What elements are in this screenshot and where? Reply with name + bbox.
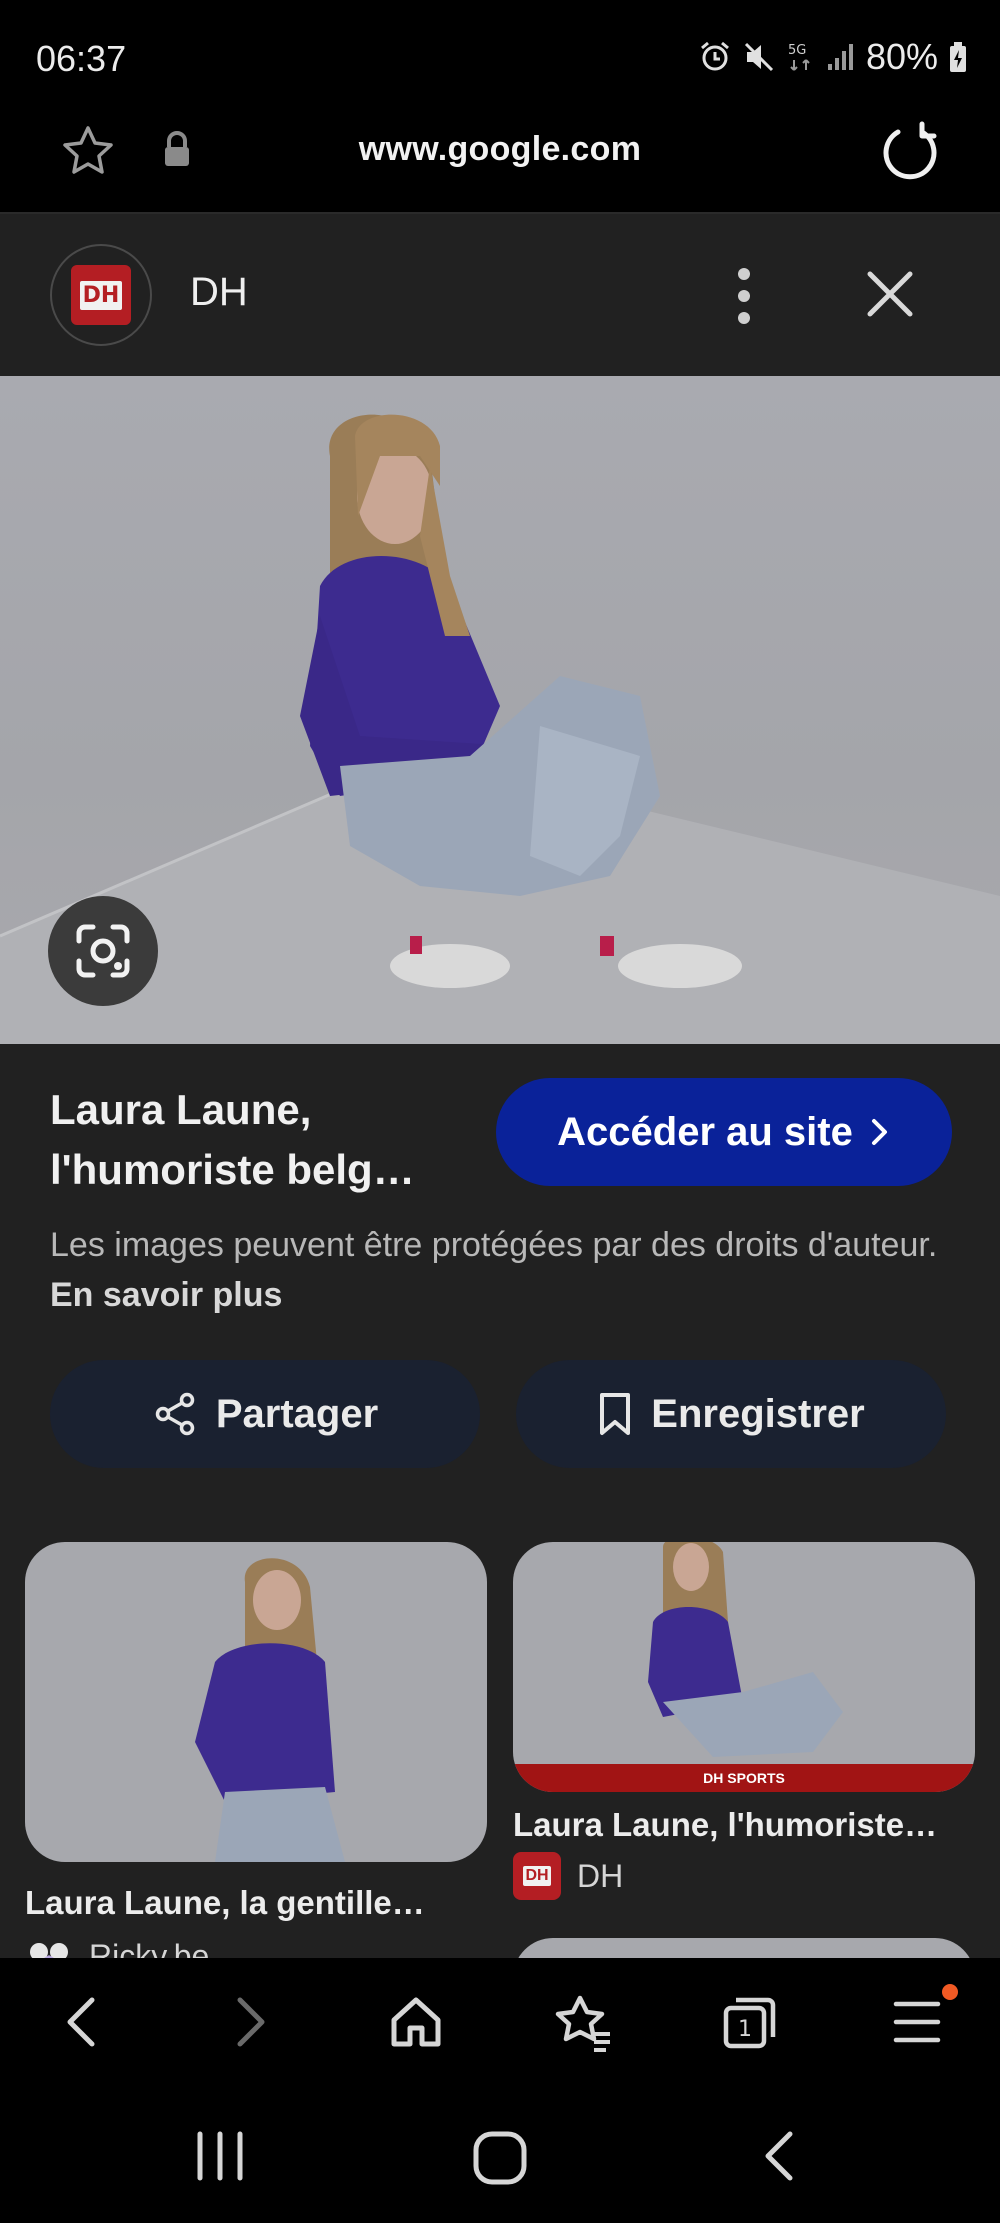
bookmarks-icon[interactable]: [550, 1992, 616, 2052]
copyright-notice: Les images peuvent être protégées par de…: [50, 1226, 938, 1314]
source-name[interactable]: DH: [190, 270, 248, 315]
share-label: Partager: [215, 1391, 379, 1436]
main-image[interactable]: [0, 376, 1000, 1044]
status-time: 06:37: [36, 38, 127, 79]
source-header: DH DH: [0, 214, 1000, 376]
bookmark-icon: [600, 1393, 631, 1435]
save-button[interactable]: Enregistrer: [516, 1360, 946, 1468]
lens-icon: [76, 924, 130, 978]
network-5g-icon: 5G: [788, 43, 810, 71]
visit-site-label: Accéder au site: [557, 1109, 853, 1154]
more-options-icon[interactable]: [728, 258, 760, 334]
lens-search-button[interactable]: [48, 896, 158, 1006]
reload-icon[interactable]: [874, 118, 944, 188]
close-icon[interactable]: [862, 266, 918, 322]
dh-sports-band: DH SPORTS: [513, 1764, 975, 1792]
home-nav-icon[interactable]: [472, 2130, 528, 2186]
notification-dot: [942, 1984, 958, 2000]
browser-toolbar: 1: [0, 1958, 1000, 2088]
recent-apps-icon[interactable]: [192, 2130, 248, 2182]
tabs-button[interactable]: 1: [720, 1992, 780, 2057]
home-icon[interactable]: [386, 1992, 446, 2052]
related-image[interactable]: DH SPORTS: [513, 1542, 975, 1792]
tabs-icon: 1: [723, 1997, 776, 2049]
forward-icon[interactable]: [226, 1992, 276, 2052]
battery-icon: [950, 42, 966, 72]
mute-icon: [744, 42, 773, 72]
share-icon: [155, 1392, 195, 1436]
browser-url-bar: www.google.com: [0, 112, 1000, 212]
related-title[interactable]: Laura Laune, la gentille…: [25, 1884, 425, 1922]
back-icon[interactable]: [56, 1992, 106, 2052]
url-address[interactable]: www.google.com: [0, 130, 1000, 169]
chevron-right-icon: [871, 1119, 887, 1145]
related-photo: [195, 1558, 345, 1862]
source-avatar[interactable]: DH: [50, 244, 152, 346]
result-title[interactable]: Laura Laune, l'humoriste belg…: [50, 1080, 470, 1200]
back-nav-icon[interactable]: [756, 2128, 802, 2184]
visit-site-button[interactable]: Accéder au site: [496, 1078, 952, 1186]
dh-logo: DH: [513, 1852, 561, 1900]
menu-icon[interactable]: [890, 1992, 944, 2052]
related-source: DH DH: [513, 1852, 623, 1900]
signal-icon: [827, 44, 853, 70]
related-photo: [648, 1542, 843, 1757]
related-image[interactable]: [25, 1542, 487, 1862]
system-navigation: [0, 2088, 1000, 2223]
svg-text:1: 1: [738, 2017, 752, 2042]
svg-text:5G: 5G: [788, 43, 806, 58]
dh-logo: DH: [71, 265, 131, 325]
status-icons: 5G 80%: [698, 36, 968, 78]
battery-percent: 80%: [865, 36, 938, 77]
alarm-icon: [700, 41, 729, 71]
share-button[interactable]: Partager: [50, 1360, 480, 1468]
status-bar: 06:37 5G 80%: [0, 0, 1000, 112]
save-label: Enregistrer: [651, 1391, 865, 1436]
learn-more-link[interactable]: En savoir plus: [50, 1276, 282, 1314]
related-title[interactable]: Laura Laune, l'humoriste…: [513, 1806, 937, 1844]
